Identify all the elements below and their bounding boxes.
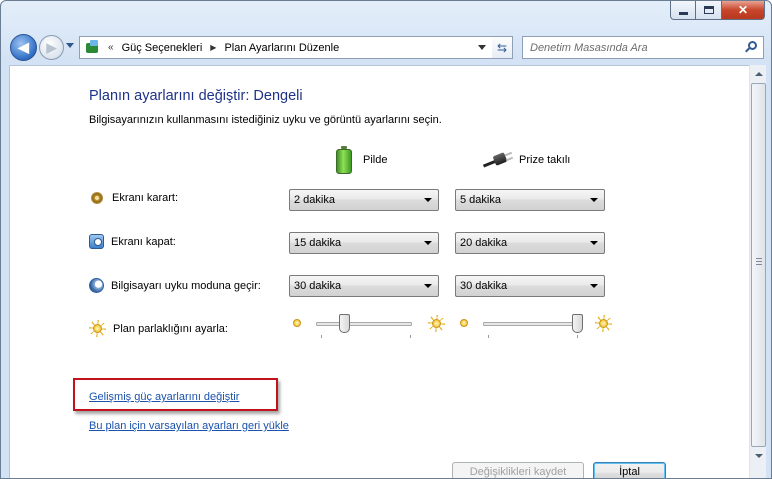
- refresh-icon: ⇆: [496, 40, 508, 55]
- display-off-icon: [89, 234, 104, 249]
- dim-display-plugged-select[interactable]: 5 dakika: [455, 189, 605, 211]
- slider-tick: [321, 335, 322, 338]
- dropdown-arrow-icon: [424, 284, 432, 288]
- forward-arrow-icon: ▶: [46, 39, 57, 55]
- close-icon: ✕: [737, 3, 749, 17]
- recent-pages-dropdown[interactable]: [66, 43, 74, 48]
- address-bar[interactable]: « Güç Seçenekleri ▶ Plan Ayarlarını Düze…: [79, 36, 513, 59]
- selected-value: 30 dakika: [460, 280, 508, 292]
- slider-tick: [577, 335, 578, 338]
- row-sleep: Bilgisayarı uyku moduna geçir:: [89, 278, 261, 293]
- minimize-icon: [678, 11, 688, 15]
- advanced-power-settings-link[interactable]: Gelişmiş güç ayarlarını değiştir: [89, 391, 239, 403]
- selected-value: 5 dakika: [460, 194, 501, 206]
- sleep-battery-select[interactable]: 30 dakika: [289, 275, 439, 297]
- slider-track[interactable]: [483, 322, 579, 326]
- minimize-button[interactable]: [670, 1, 696, 20]
- row-label-dim-display: Ekranı karart:: [112, 192, 179, 204]
- turn-off-display-battery-select[interactable]: 15 dakika: [289, 232, 439, 254]
- row-label-turn-off-display: Ekranı kapat:: [111, 235, 176, 248]
- maximize-button[interactable]: [696, 1, 722, 20]
- breadcrumb-edit-plan-settings[interactable]: Plan Ayarlarını Düzenle: [224, 42, 339, 54]
- dim-display-battery-select[interactable]: 2 dakika: [289, 189, 439, 211]
- cancel-button[interactable]: İptal: [593, 462, 666, 478]
- selected-value: 15 dakika: [294, 237, 342, 249]
- brightness-high-icon: [428, 315, 445, 332]
- navigation-bar: ◀ ▶ « Güç Seçenekleri ▶ Plan Ayarlarını …: [1, 29, 771, 65]
- sleep-moon-icon: [89, 278, 104, 293]
- restore-defaults-link[interactable]: Bu plan için varsayılan ayarları geri yü…: [89, 420, 289, 432]
- breadcrumb-separator-icon[interactable]: ▶: [210, 43, 216, 52]
- close-button[interactable]: ✕: [722, 1, 765, 20]
- sleep-plugged-select[interactable]: 30 dakika: [455, 275, 605, 297]
- row-label-brightness: Plan parlaklığını ayarla:: [113, 322, 228, 335]
- dropdown-arrow-icon: [424, 241, 432, 245]
- address-dropdown-icon[interactable]: [478, 45, 486, 50]
- brightness-battery-slider[interactable]: [290, 314, 445, 338]
- column-header-plugged: Prize takılı: [482, 147, 571, 173]
- vertical-scrollbar[interactable]: [749, 65, 767, 478]
- slider-tick: [410, 335, 411, 338]
- page-title: Planın ayarlarını değiştir: Dengeli: [89, 88, 303, 104]
- row-brightness: Plan parlaklığını ayarla:: [89, 320, 228, 337]
- brightness-low-icon: [459, 318, 469, 328]
- content-area: [9, 65, 749, 478]
- brightness-low-icon: [292, 318, 302, 328]
- power-plug-icon: [482, 150, 514, 170]
- refresh-button[interactable]: ⇆: [492, 36, 513, 59]
- forward-button[interactable]: ▶: [39, 35, 64, 60]
- selected-value: 20 dakika: [460, 237, 508, 249]
- dropdown-arrow-icon: [590, 284, 598, 288]
- brightness-plugged-slider[interactable]: [457, 314, 612, 338]
- breadcrumb-overflow-chevron[interactable]: «: [108, 42, 114, 53]
- dropdown-arrow-icon: [424, 198, 432, 202]
- dim-display-icon: [91, 192, 103, 204]
- page-subtitle: Bilgisayarınızın kullanmasını istediğini…: [89, 114, 442, 126]
- scroll-up-button[interactable]: [750, 65, 767, 82]
- scroll-down-button[interactable]: [750, 447, 767, 464]
- scroll-down-icon: [754, 453, 763, 458]
- control-panel-icon: [84, 39, 102, 56]
- selected-value: 30 dakika: [294, 280, 342, 292]
- row-dim-display: Ekranı karart:: [89, 192, 178, 204]
- search-box[interactable]: [522, 36, 764, 59]
- maximize-icon: [703, 6, 714, 14]
- window: ✕ ◀ ▶ « Güç Seçenekleri ▶ Plan Ayarların…: [0, 0, 772, 479]
- search-icon[interactable]: [745, 41, 757, 54]
- caption-buttons: ✕: [670, 1, 765, 20]
- selected-value: 2 dakika: [294, 194, 335, 206]
- brightness-sun-icon: [89, 320, 106, 337]
- scroll-thumb[interactable]: [751, 83, 766, 447]
- slider-tick: [488, 335, 489, 338]
- brightness-high-icon: [595, 315, 612, 332]
- scroll-grip-icon: [756, 258, 762, 265]
- slider-thumb[interactable]: [339, 314, 351, 333]
- battery-icon: [335, 146, 353, 174]
- row-label-sleep: Bilgisayarı uyku moduna geçir:: [111, 279, 261, 292]
- column-label-battery: Pilde: [363, 154, 388, 166]
- save-changes-button[interactable]: Değişiklikleri kaydet: [452, 462, 584, 478]
- dropdown-arrow-icon: [590, 241, 598, 245]
- scroll-up-icon: [754, 71, 763, 76]
- turn-off-display-plugged-select[interactable]: 20 dakika: [455, 232, 605, 254]
- column-label-plugged: Prize takılı: [519, 154, 571, 166]
- slider-track[interactable]: [316, 322, 412, 326]
- back-button[interactable]: ◀: [10, 34, 37, 61]
- row-turn-off-display: Ekranı kapat:: [89, 234, 176, 249]
- dropdown-arrow-icon: [590, 198, 598, 202]
- breadcrumb-power-options[interactable]: Güç Seçenekleri: [122, 42, 203, 54]
- slider-thumb[interactable]: [572, 314, 583, 333]
- column-header-battery: Pilde: [335, 146, 388, 174]
- search-input[interactable]: [523, 41, 733, 54]
- back-arrow-icon: ◀: [18, 39, 29, 55]
